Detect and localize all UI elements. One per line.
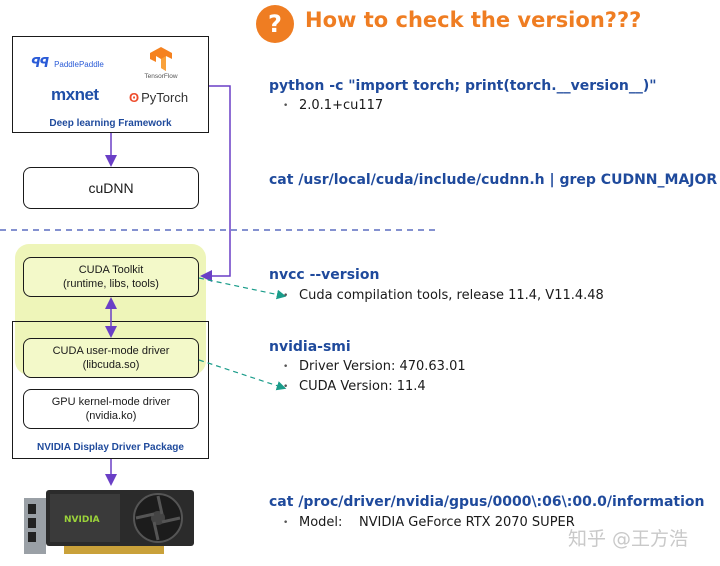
watermark: 知乎 @王方浩 (568, 528, 689, 550)
bullet-icon: • (283, 291, 289, 301)
bullet-icon: • (283, 101, 289, 111)
command-torch-version: python -c "import torch; print(torch.__v… (269, 78, 657, 94)
bullet-icon: • (283, 382, 289, 392)
output-nvcc: • Cuda compilation tools, release 11.4, V… (283, 288, 604, 303)
output-torch-version: • 2.0.1+cu117 (283, 98, 384, 113)
command-cudnn-version: cat /usr/local/cuda/include/cudnn.h | gr… (269, 172, 720, 188)
arrow-framework-toolkit (200, 85, 231, 282)
command-gpu-information: cat /proc/driver/nvidia/gpus/0000\:06\:0… (269, 494, 705, 510)
output-cuda-version: • CUDA Version: 11.4 (283, 379, 426, 394)
output-gpu-model: • Model: NVIDIA GeForce RTX 2070 SUPER (283, 515, 575, 530)
link-driver-nvidia-smi (198, 359, 287, 391)
bullet-icon: • (283, 518, 289, 528)
command-nvcc: nvcc --version (269, 267, 380, 283)
bullet-icon: • (283, 362, 289, 372)
command-nvidia-smi: nvidia-smi (269, 339, 351, 355)
output-driver-version: • Driver Version: 470.63.01 (283, 359, 466, 374)
